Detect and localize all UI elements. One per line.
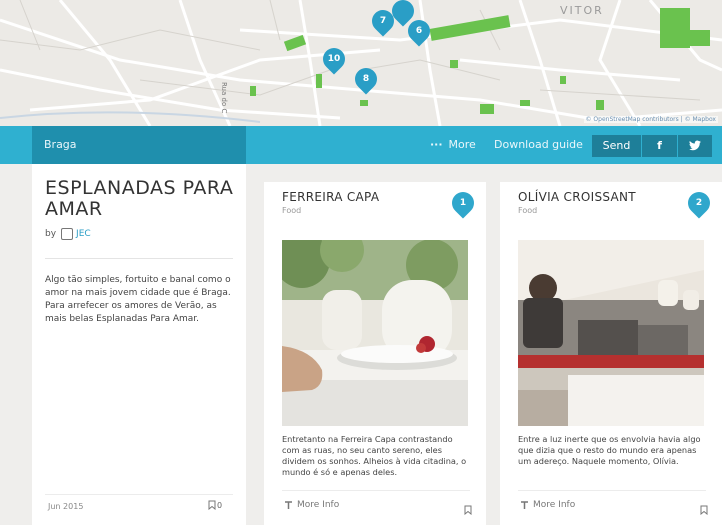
place-photo[interactable]: [518, 240, 704, 426]
place-number-badge: 1: [447, 187, 479, 219]
bookmark-button[interactable]: [700, 500, 708, 519]
map-attribution[interactable]: © OpenStreetMap contributors | © Mapbox: [583, 116, 718, 123]
guide-intro-card: ESPLANADAS PARA AMAR by JEC Algo tão sim…: [32, 164, 246, 525]
cafe-terrace-photo: [518, 240, 704, 426]
place-title[interactable]: FERREIRA CAPA: [282, 190, 379, 204]
guide-page: VITOR Rua do C © OpenStreetMap contribut…: [0, 0, 722, 525]
bookmark-button[interactable]: [464, 500, 472, 519]
download-guide-button[interactable]: Download guide: [494, 126, 583, 164]
author-avatar[interactable]: [61, 228, 74, 240]
divider: [45, 494, 233, 495]
cafe-table-photo: [282, 240, 468, 426]
guide-title: ESPLANADAS PARA AMAR: [45, 177, 234, 220]
bookmark-icon: [700, 505, 708, 516]
divider: [282, 490, 470, 491]
map-pin-8[interactable]: 8: [350, 63, 382, 95]
place-category: Food: [282, 206, 302, 215]
guide-date: Jun 2015: [48, 502, 84, 511]
place-description: Entre a luz inerte que os envolvia havia…: [518, 434, 701, 466]
more-info-button[interactable]: More Info: [284, 500, 339, 510]
place-card[interactable]: OLÍVIA CROISSANT Food 2 Entre a luz iner…: [500, 182, 722, 525]
more-button[interactable]: ··· More: [430, 126, 476, 164]
place-photo[interactable]: [282, 240, 468, 426]
divider: [518, 490, 706, 491]
author-link[interactable]: JEC: [76, 229, 91, 239]
map-streets: [0, 0, 722, 126]
place-description: Entretanto na Ferreira Capa contrastando…: [282, 434, 467, 477]
bookmark-icon: [464, 505, 472, 516]
guide-description: Algo tão simples, fortuito e banal como …: [45, 275, 231, 324]
twitter-icon[interactable]: [678, 135, 712, 157]
byline: by JEC: [45, 228, 91, 240]
map-pin-10[interactable]: 10: [318, 43, 350, 75]
facebook-icon[interactable]: f: [642, 135, 678, 157]
map[interactable]: VITOR Rua do C © OpenStreetMap contribut…: [0, 0, 722, 126]
bookmark-icon: [208, 500, 216, 510]
save-count: 0: [217, 500, 223, 510]
more-info-button[interactable]: More Info: [520, 500, 575, 510]
place-card[interactable]: FERREIRA CAPA Food 1 Entretanto na Ferre…: [264, 182, 486, 525]
more-dots-icon: ···: [430, 138, 443, 151]
place-number-badge: 2: [683, 187, 715, 219]
map-area-label: VITOR: [560, 4, 604, 17]
map-pin-6[interactable]: 6: [403, 15, 435, 47]
guide-toolbar: Braga ··· More Download guide Send f: [0, 126, 722, 164]
save-guide-button[interactable]: 0: [208, 500, 222, 510]
divider: [45, 258, 233, 259]
share-group: Send f: [592, 135, 712, 157]
map-street-label: Rua do C: [220, 82, 228, 114]
map-pin-icon: [285, 500, 292, 509]
place-title[interactable]: OLÍVIA CROISSANT: [518, 190, 636, 204]
map-pin-icon: [521, 500, 528, 509]
send-button[interactable]: Send: [592, 135, 642, 157]
city-tab[interactable]: Braga: [32, 126, 246, 164]
place-category: Food: [518, 206, 538, 215]
